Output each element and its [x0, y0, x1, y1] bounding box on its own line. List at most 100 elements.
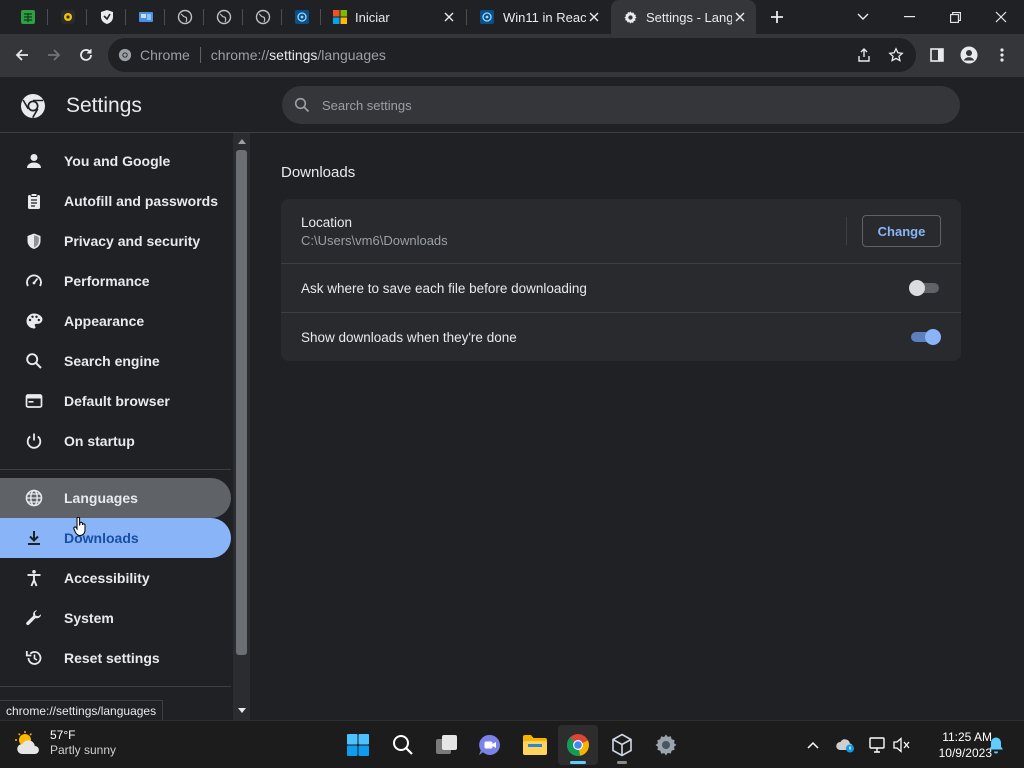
- address-bar[interactable]: Chrome chrome://settings/languages: [108, 38, 916, 72]
- forward-button[interactable]: [40, 41, 68, 69]
- search-settings-input[interactable]: Search settings: [282, 86, 960, 124]
- volume-muted-icon[interactable]: [892, 735, 912, 755]
- section-title: Downloads: [281, 164, 356, 181]
- sidebar-item-label: Search engine: [64, 353, 160, 369]
- react-icon: [479, 9, 495, 25]
- location-label: Location: [301, 214, 353, 230]
- pinned-tab-7[interactable]: [243, 0, 282, 34]
- sidebar-item-autofill[interactable]: Autofill and passwords: [0, 181, 231, 221]
- settings-header: Settings Search settings: [0, 77, 1024, 133]
- sidebar-item-reset-settings[interactable]: Reset settings: [0, 638, 231, 678]
- sidebar-item-you-and-google[interactable]: You and Google: [0, 141, 231, 181]
- globe-icon: [177, 9, 193, 25]
- teams-chat-button[interactable]: [470, 725, 510, 765]
- show-when-done-row[interactable]: Show downloads when they're done: [281, 312, 961, 361]
- close-icon[interactable]: [441, 9, 457, 25]
- search-icon: [392, 734, 414, 756]
- pinned-tab-8[interactable]: [282, 0, 321, 34]
- show-hidden-icons-button[interactable]: [803, 735, 823, 755]
- minimize-icon: [903, 16, 915, 18]
- pinned-tab-4[interactable]: [126, 0, 165, 34]
- settings-app-button[interactable]: [646, 725, 686, 765]
- status-bubble: chrome://settings/languages: [0, 700, 164, 720]
- tab-search-button[interactable]: [840, 0, 886, 34]
- downloads-card: Location C:\Users\vm6\Downloads Change A…: [281, 199, 961, 361]
- system-clock[interactable]: 11:25 AM 10/9/2023: [916, 729, 992, 761]
- chevron-down-icon: [857, 13, 869, 21]
- sidebar-item-system[interactable]: System: [0, 598, 231, 638]
- arrow-left-icon: [14, 47, 30, 63]
- start-button[interactable]: [338, 725, 378, 765]
- menu-button[interactable]: [988, 41, 1016, 69]
- sidebar-item-search-engine[interactable]: Search engine: [0, 341, 231, 381]
- show-when-done-toggle[interactable]: [909, 328, 941, 346]
- new-tab-button[interactable]: [765, 5, 789, 29]
- virtualbox-button[interactable]: [602, 725, 642, 765]
- file-explorer-button[interactable]: [515, 725, 555, 765]
- pinned-tab-2[interactable]: [48, 0, 87, 34]
- sidebar-item-accessibility[interactable]: Accessibility: [0, 558, 231, 598]
- chrome-taskbar-button[interactable]: [558, 725, 598, 765]
- scrollbar-thumb[interactable]: [236, 150, 247, 655]
- cube-icon: [610, 733, 634, 757]
- sidebar-item-label: You and Google: [64, 153, 171, 169]
- url-scheme: chrome://: [210, 47, 270, 63]
- taskbar-search-button[interactable]: [383, 725, 423, 765]
- notification-bell-icon[interactable]: [986, 735, 1006, 755]
- pinned-tab-6[interactable]: [204, 0, 243, 34]
- site-chip: Chrome: [140, 47, 190, 63]
- tab-title: Iniciar: [355, 9, 390, 25]
- pinned-tab-5[interactable]: [165, 0, 204, 34]
- close-window-button[interactable]: [978, 0, 1024, 34]
- sidebar-item-on-startup[interactable]: On startup: [0, 421, 231, 461]
- profile-button[interactable]: [955, 41, 983, 69]
- scroll-up-arrow-icon[interactable]: [236, 136, 247, 146]
- scroll-down-arrow-icon[interactable]: [236, 705, 247, 715]
- mouse-cursor-hand-icon: [73, 517, 87, 537]
- windows-start-icon: [346, 733, 370, 757]
- gear-icon: [654, 733, 678, 757]
- url-host: settings: [269, 47, 318, 63]
- location-row: Location C:\Users\vm6\Downloads Change: [281, 199, 961, 263]
- sidebar-item-appearance[interactable]: Appearance: [0, 301, 231, 341]
- palette-icon: [24, 311, 44, 331]
- restore-button[interactable]: [932, 0, 978, 34]
- tab-iniciar[interactable]: Iniciar: [321, 0, 465, 34]
- ask-where-toggle[interactable]: [909, 279, 941, 297]
- page-title: Settings: [66, 94, 142, 117]
- sidebar-item-downloads[interactable]: Downloads: [0, 518, 231, 558]
- ask-where-row[interactable]: Ask where to save each file before downl…: [281, 263, 961, 312]
- sidebar-item-default-browser[interactable]: Default browser: [0, 381, 231, 421]
- sidebar-item-languages[interactable]: Languages: [0, 478, 231, 518]
- tab-settings-languages[interactable]: Settings - Languages: [611, 0, 756, 34]
- reload-icon: [78, 47, 94, 63]
- sidebar-item-privacy[interactable]: Privacy and security: [0, 221, 231, 261]
- weather-widget[interactable]: 57°F Partly sunny: [14, 728, 116, 758]
- video-chat-icon: [478, 734, 502, 756]
- bookmark-button[interactable]: [882, 41, 910, 69]
- chrome-logo-icon: [20, 93, 46, 119]
- reset-icon: [24, 648, 44, 668]
- sidebar-scrollbar[interactable]: [233, 133, 250, 720]
- close-icon[interactable]: [586, 9, 602, 25]
- share-button[interactable]: [850, 41, 878, 69]
- react-icon: [294, 9, 310, 25]
- close-icon: [995, 11, 1007, 23]
- back-button[interactable]: [8, 41, 36, 69]
- minimize-button[interactable]: [886, 0, 932, 34]
- reload-button[interactable]: [72, 41, 100, 69]
- change-location-button[interactable]: Change: [862, 215, 941, 247]
- pinned-tab-3[interactable]: [87, 0, 126, 34]
- network-icon[interactable]: [867, 735, 887, 755]
- pinned-tab-sheets[interactable]: [8, 0, 47, 34]
- shield-logo-icon: [99, 9, 115, 25]
- tab-win11-in-react[interactable]: Win11 in React: [467, 0, 610, 34]
- sidebar-item-label: Appearance: [64, 313, 145, 329]
- sidebar-item-performance[interactable]: Performance: [0, 261, 231, 301]
- share-icon: [856, 47, 872, 63]
- onedrive-icon[interactable]: [835, 735, 855, 755]
- side-panel-button[interactable]: [923, 41, 951, 69]
- download-icon: [24, 528, 44, 548]
- close-icon[interactable]: [732, 9, 748, 25]
- task-view-button[interactable]: [427, 725, 467, 765]
